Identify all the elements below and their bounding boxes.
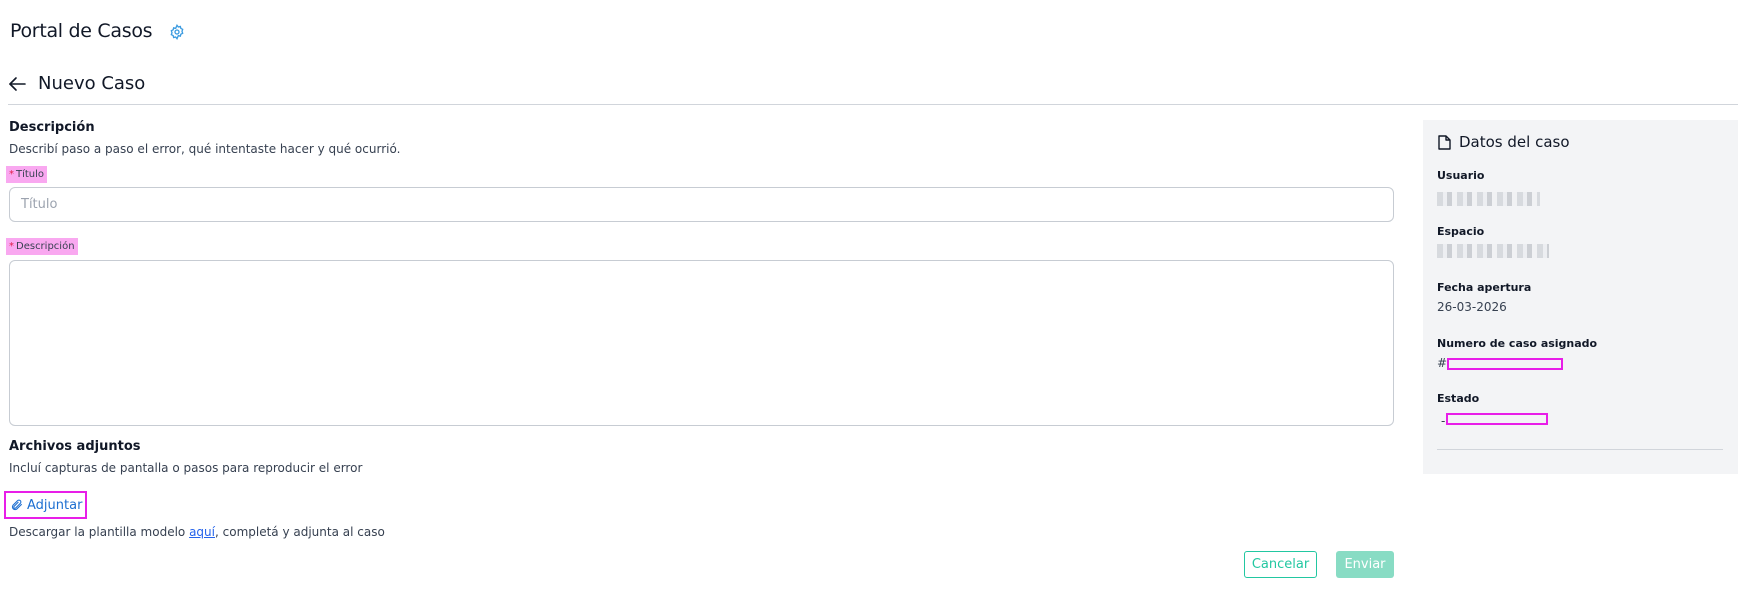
case-number-redacted [1447,358,1563,370]
attach-button-label: Adjuntar [27,497,83,513]
download-suffix: , completá y adjunta al caso [215,525,385,539]
page-title: Nuevo Caso [38,73,146,94]
attach-button[interactable]: Adjuntar [4,491,87,519]
open-date-value: 26-03-2026 [1437,300,1507,314]
header-divider [8,104,1738,105]
status-prefix: - [1441,414,1446,428]
portal-title: Portal de Casos [10,20,153,42]
panel-divider [1437,449,1723,450]
description-label-text: Descripción [16,241,75,252]
title-input-placeholder: Título [21,197,58,212]
required-mark: * [9,241,14,252]
attachments-hint: Incluí capturas de pantalla o pasos para… [9,461,363,475]
description-field-label: * Descripción [6,238,78,255]
space-label: Espacio [1437,225,1485,238]
attachments-title: Archivos adjuntos [9,439,141,454]
open-date-label: Fecha apertura [1437,281,1532,294]
cancel-button[interactable]: Cancelar [1244,551,1317,578]
case-number-prefix: # [1437,356,1448,370]
submit-button[interactable]: Enviar [1336,551,1394,578]
title-label-text: Título [16,169,45,180]
description-textarea[interactable] [9,260,1394,426]
download-prefix: Descargar la plantilla modelo [9,525,190,539]
status-label: Estado [1437,392,1480,405]
title-field-label: * Título [6,166,48,183]
space-value-redacted [1437,244,1549,258]
description-section-hint: Describí paso a paso el error, qué inten… [9,142,401,156]
document-icon [1438,134,1451,150]
required-mark: * [9,169,14,180]
download-template-text: Descargar la plantilla modelo aquí, comp… [9,525,385,539]
user-label: Usuario [1437,169,1485,182]
case-panel-header: Datos del caso [1438,133,1570,151]
arrow-left-icon[interactable] [8,76,26,92]
download-template-link[interactable]: aquí [189,525,215,539]
description-section-title: Descripción [9,120,95,135]
case-number-label: Numero de caso asignado [1437,337,1598,350]
title-input[interactable]: Título [9,187,1394,222]
case-panel-title: Datos del caso [1459,133,1570,151]
gear-icon[interactable] [169,24,185,40]
user-value-redacted [1437,192,1540,206]
paperclip-icon [11,499,22,511]
status-redacted [1446,413,1548,425]
